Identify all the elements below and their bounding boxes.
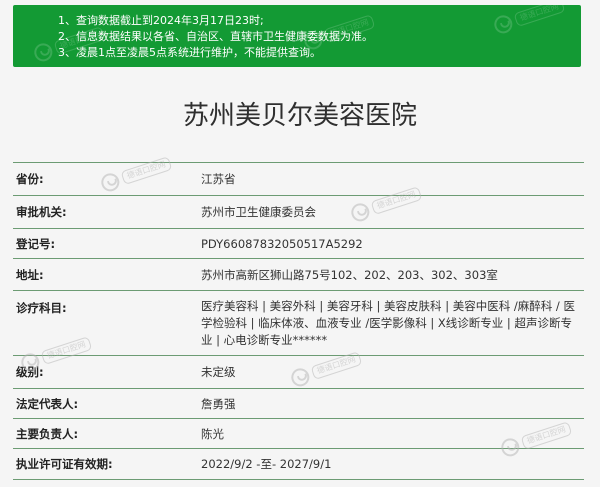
info-row-departments: 诊疗科目: 医疗美容科 | 美容外科 | 美容牙科 | 美容皮肤科 | 美容中医… (13, 291, 584, 356)
info-row-approval-authority: 审批机关: 苏州市卫生健康委员会 (13, 196, 584, 229)
info-value: 未定级 (201, 365, 236, 379)
info-row-province: 省份: 江苏省 (13, 163, 584, 196)
info-label: 法定代表人: (16, 396, 79, 411)
hospital-info-table: 省份: 江苏省 审批机关: 苏州市卫生健康委员会 登记号: PDY6608783… (13, 162, 584, 480)
info-value: 医疗美容科 | 美容外科 | 美容牙科 | 美容皮肤科 | 美容中医科 /麻醉科… (201, 299, 575, 347)
info-label: 级别: (16, 365, 44, 379)
info-value: PDY66087832050517A5292 (201, 236, 363, 251)
info-label: 执业许可证有效期: (16, 457, 113, 471)
info-row-license-validity: 执业许可证有效期: 2022/9/2 -至- 2027/9/1 (13, 449, 584, 480)
info-value: 陈光 (201, 426, 224, 441)
notice-line-2: 2、信息数据结果以各省、自治区、直辖市卫生健康委数据为准。 (58, 30, 373, 43)
tooth-icon (31, 41, 55, 64)
info-label: 登记号: (16, 236, 56, 251)
info-label: 诊疗科目: (16, 301, 67, 315)
info-label: 主要负责人: (16, 426, 79, 441)
info-row-level: 级别: 未定级 (13, 356, 584, 389)
info-row-legal-representative: 法定代表人: 詹勇强 (13, 389, 584, 419)
info-value: 詹勇强 (201, 396, 236, 411)
info-row-address: 地址: 苏州市高新区狮山路75号102、202、203、302、303室 (13, 259, 584, 291)
notice-line-3: 3、凌晨1点至凌晨5点系统进行维护，不能提供查询。 (58, 46, 321, 59)
info-value: 苏州市卫生健康委员会 (201, 205, 316, 219)
hospital-name: 苏州美贝尔美容医院 (182, 101, 417, 131)
info-value: 2022/9/2 -至- 2027/9/1 (201, 457, 332, 471)
info-row-registration-number: 登记号: PDY66087832050517A5292 (13, 229, 584, 259)
info-row-principal: 主要负责人: 陈光 (13, 419, 584, 449)
info-label: 地址: (16, 267, 44, 282)
info-label: 省份: (16, 172, 44, 186)
info-value: 江苏省 (201, 172, 236, 186)
notice-line-1: 1、查询数据截止到2024年3月17日23时; (58, 14, 264, 27)
notice-banner: 1、查询数据截止到2024年3月17日23时; 2、信息数据结果以各省、自治区、… (13, 5, 581, 67)
info-value: 苏州市高新区狮山路75号102、202、203、302、303室 (201, 267, 498, 282)
info-label: 审批机关: (16, 205, 67, 219)
